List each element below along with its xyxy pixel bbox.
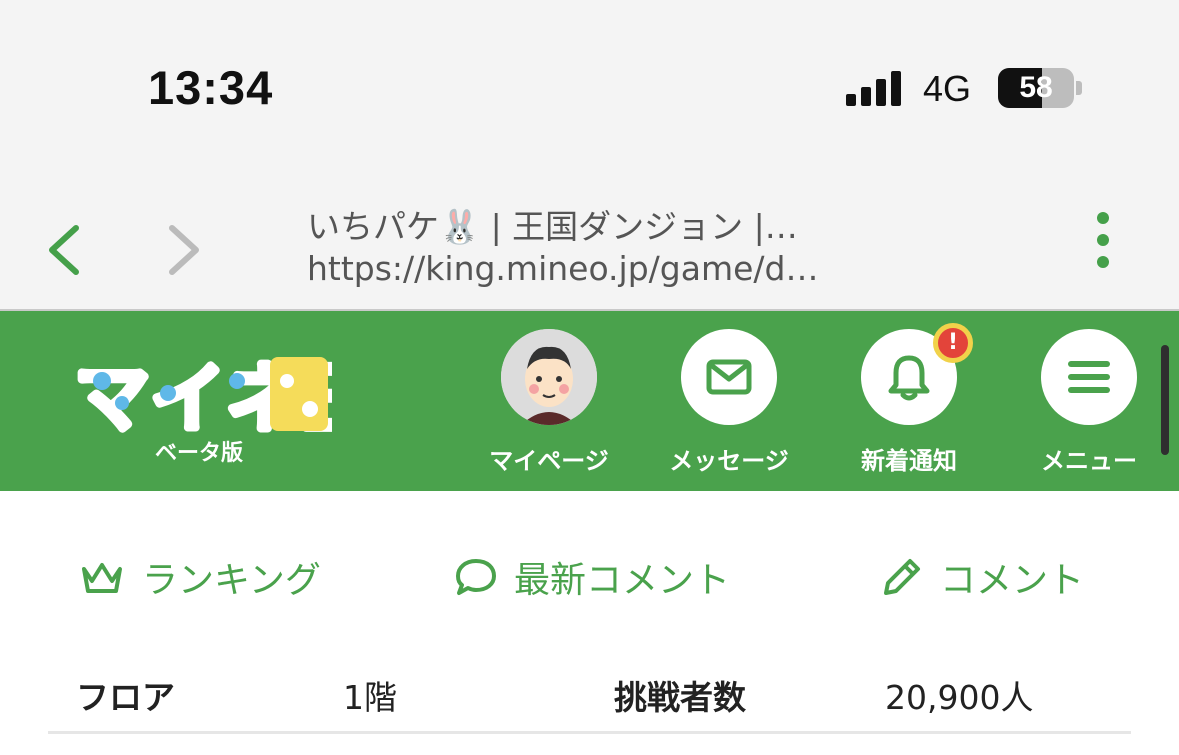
menu-circle [1041, 329, 1137, 425]
page-title[interactable]: いちパケ🐰 | 王国ダンジョン |… [307, 200, 798, 248]
stats-divider [48, 731, 1131, 734]
ranking-link[interactable]: ランキング [78, 551, 321, 603]
beta-label: ベータ版 [155, 441, 244, 466]
notification-badge: ! [933, 323, 973, 363]
bell-icon [888, 355, 930, 401]
chevron-right-icon [169, 225, 199, 275]
crown-icon [82, 563, 122, 593]
notification-button[interactable]: ! 新着通知 [839, 323, 979, 476]
challengers-value: 20,900人 [885, 678, 1034, 717]
notification-circle: ! [861, 323, 973, 425]
message-button[interactable]: メッセージ [659, 329, 799, 476]
kebab-icon[interactable] [1088, 212, 1118, 272]
message-label: メッセージ [669, 447, 789, 475]
floor-label: フロア [76, 678, 175, 717]
notification-label: 新着通知 [861, 447, 957, 475]
battery-tip [1076, 81, 1082, 95]
forward-button[interactable] [164, 220, 204, 280]
url-bar[interactable]: https://king.mineo.jp/game/d… [307, 249, 818, 288]
mypage-label: マイページ [489, 447, 609, 475]
network-type: 4G [923, 68, 972, 109]
latest-comments-label: 最新コメント [514, 560, 731, 601]
site-logo[interactable]: マイネ王 [71, 341, 381, 446]
speech-bubble-icon [456, 559, 496, 595]
main-content: ランキング 最新コメント コメント フロア 1階 挑戦者数 20,900人 [0, 491, 1179, 755]
hamburger-icon [1068, 361, 1110, 393]
ranking-label: ランキング [142, 560, 321, 601]
challengers-label: 挑戦者数 [614, 678, 746, 717]
scrollbar[interactable] [1161, 345, 1169, 455]
chevron-left-icon [49, 225, 79, 275]
floor-value: 1階 [343, 678, 397, 717]
clock: 13:34 [148, 61, 274, 114]
status-bar: 13:34 4G 58 [0, 0, 1179, 180]
site-header: マイネ王 ベータ版 マイページ [0, 311, 1179, 491]
menu-label: メニュー [1041, 447, 1137, 475]
mypage-button[interactable]: マイページ [479, 329, 619, 476]
comment-label: コメント [940, 560, 1085, 601]
message-circle [681, 329, 777, 425]
dungeon-stats: フロア 1階 挑戦者数 20,900人 [0, 671, 1179, 731]
menu-button[interactable]: メニュー [1019, 329, 1159, 476]
battery-level: 58 [1019, 71, 1053, 104]
pencil-icon [884, 559, 920, 595]
battery-icon: 58 [998, 68, 1074, 108]
avatar [501, 329, 597, 425]
comment-link[interactable]: コメント [880, 551, 1084, 603]
avatar-icon [501, 329, 597, 425]
signal-icon [846, 70, 906, 106]
envelope-icon [706, 359, 752, 395]
back-button[interactable] [44, 220, 84, 280]
latest-comments-link[interactable]: 最新コメント [454, 551, 730, 603]
